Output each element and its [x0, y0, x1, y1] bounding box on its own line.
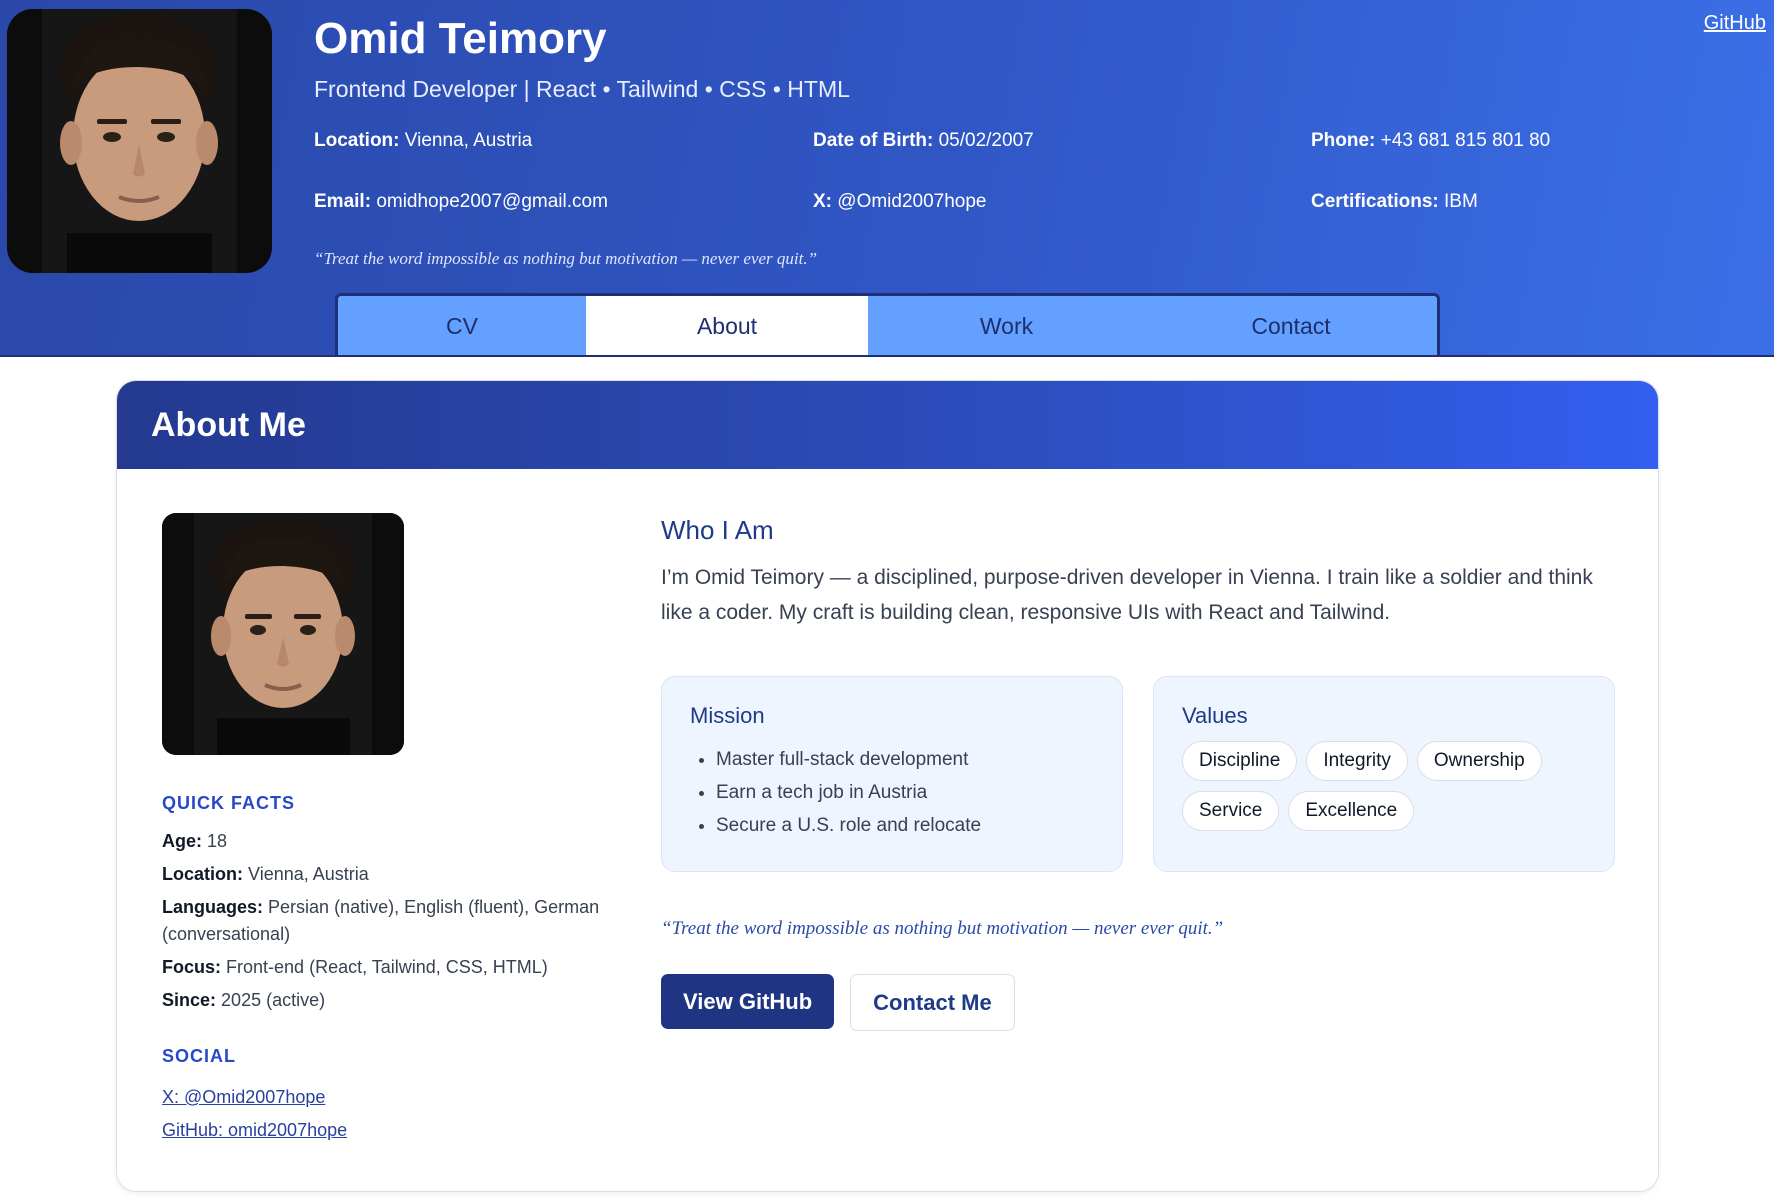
- info-location-label: Location:: [314, 130, 400, 151]
- mission-item: Earn a tech job in Austria: [716, 776, 1094, 809]
- about-sidebar: QUICK FACTS Age: 18 Location: Vienna, Au…: [162, 513, 622, 1147]
- social-link-x[interactable]: X: @Omid2007hope: [162, 1081, 622, 1114]
- values-box: Values Discipline Integrity Ownership Se…: [1153, 676, 1615, 872]
- quick-facts-list: Age: 18 Location: Vienna, Austria Langua…: [162, 828, 622, 1014]
- info-email: Email: omidhope2007@gmail.com: [314, 191, 608, 213]
- contact-me-button[interactable]: Contact Me: [850, 974, 1015, 1031]
- about-main: Who I Am I’m Omid Teimory — a discipline…: [661, 513, 1616, 1031]
- mission-item: Master full-stack development: [716, 743, 1094, 776]
- fact-age-value: 18: [207, 831, 228, 851]
- info-x-label: X:: [813, 191, 832, 212]
- who-i-am-title: Who I Am: [661, 515, 774, 545]
- about-actions: View GitHub Contact Me: [661, 974, 1616, 1031]
- values-pills: Discipline Integrity Ownership Service E…: [1182, 741, 1582, 831]
- header-divider: [0, 355, 1774, 357]
- mission-values-row: Mission Master full-stack development Ea…: [661, 676, 1616, 872]
- who-i-am-text: I’m Omid Teimory — a disciplined, purpos…: [661, 566, 1593, 624]
- value-pill-service: Service: [1182, 791, 1280, 831]
- about-title: About Me: [151, 405, 306, 444]
- fact-since-label: Since:: [162, 990, 217, 1010]
- fact-location-label: Location:: [162, 864, 243, 884]
- mission-box: Mission Master full-stack development Ea…: [661, 676, 1123, 872]
- profile-tagline: Frontend Developer | React • Tailwind • …: [314, 76, 850, 102]
- info-email-label: Email:: [314, 191, 372, 212]
- tab-about[interactable]: About: [586, 296, 868, 357]
- info-certifications-label: Certifications:: [1311, 191, 1439, 212]
- info-x: X: @Omid2007hope: [813, 191, 987, 213]
- about-photo: [162, 513, 404, 755]
- fact-location: Location: Vienna, Austria: [162, 861, 622, 888]
- fact-focus-value: Front-end (React, Tailwind, CSS, HTML): [226, 957, 548, 977]
- info-phone-label: Phone:: [1311, 130, 1376, 151]
- info-phone: Phone: +43 681 815 801 80: [1311, 130, 1550, 152]
- info-dob: Date of Birth: 05/02/2007: [813, 130, 1034, 152]
- about-card-header: About Me: [117, 381, 1658, 469]
- about-quote: “Treat the word impossible as nothing bu…: [661, 918, 1224, 939]
- tab-work[interactable]: Work: [868, 296, 1145, 357]
- info-x-value: @Omid2007hope: [837, 191, 987, 212]
- mission-list: Master full-stack development Earn a tec…: [690, 743, 1094, 842]
- about-card: About Me QUICK FACTS Age: 18 Location: V…: [116, 380, 1659, 1192]
- mission-item: Secure a U.S. role and relocate: [716, 809, 1094, 842]
- value-pill-discipline: Discipline: [1182, 741, 1298, 781]
- github-link[interactable]: GitHub: [1704, 12, 1766, 35]
- tab-bar: CV About Work Contact: [335, 293, 1440, 357]
- fact-age-label: Age:: [162, 831, 202, 851]
- fact-languages-label: Languages:: [162, 897, 264, 917]
- info-location-value: Vienna, Austria: [404, 130, 533, 151]
- profile-header: GitHub Omid Teimory Frontend Developer |…: [0, 0, 1774, 357]
- mission-title: Mission: [690, 703, 765, 728]
- header-quote: “Treat the word impossible as nothing bu…: [314, 249, 818, 268]
- info-dob-value: 05/02/2007: [938, 130, 1034, 151]
- info-dob-label: Date of Birth:: [813, 130, 934, 151]
- fact-since: Since: 2025 (active): [162, 987, 622, 1014]
- info-certifications-value: IBM: [1444, 191, 1478, 212]
- info-email-value: omidhope2007@gmail.com: [376, 191, 608, 212]
- tab-contact[interactable]: Contact: [1145, 296, 1437, 357]
- social-link-github[interactable]: GitHub: omid2007hope: [162, 1114, 622, 1147]
- fact-languages: Languages: Persian (native), English (fl…: [162, 894, 622, 948]
- fact-focus: Focus: Front-end (React, Tailwind, CSS, …: [162, 954, 622, 981]
- fact-since-value: 2025 (active): [221, 990, 326, 1010]
- value-pill-excellence: Excellence: [1288, 791, 1415, 831]
- social-links: X: @Omid2007hope GitHub: omid2007hope: [162, 1081, 622, 1147]
- value-pill-ownership: Ownership: [1416, 741, 1542, 781]
- value-pill-integrity: Integrity: [1306, 741, 1408, 781]
- fact-age: Age: 18: [162, 828, 622, 855]
- info-phone-value: +43 681 815 801 80: [1380, 130, 1551, 151]
- quick-facts-title: QUICK FACTS: [162, 793, 296, 813]
- info-certifications: Certifications: IBM: [1311, 191, 1478, 213]
- values-title: Values: [1182, 703, 1248, 728]
- profile-name: Omid Teimory: [314, 14, 607, 63]
- info-location: Location: Vienna, Austria: [314, 130, 532, 152]
- view-github-button[interactable]: View GitHub: [661, 974, 835, 1029]
- tab-cv[interactable]: CV: [338, 296, 586, 357]
- social-title: SOCIAL: [162, 1046, 237, 1066]
- fact-location-value: Vienna, Austria: [248, 864, 369, 884]
- profile-photo: [7, 9, 272, 273]
- fact-focus-label: Focus:: [162, 957, 222, 977]
